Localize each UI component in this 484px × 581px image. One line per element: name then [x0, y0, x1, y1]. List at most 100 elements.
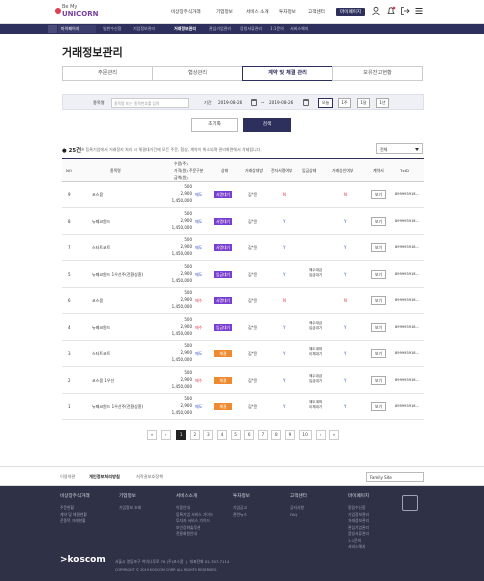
subnav-trade-info[interactable]: 거래정보관리: [174, 26, 196, 32]
nav-mypage[interactable]: 마이페이지: [336, 8, 366, 16]
page-button[interactable]: 1: [176, 430, 187, 440]
page-button[interactable]: 4: [217, 430, 227, 440]
footer-link[interactable]: 주문현황: [60, 505, 74, 511]
table-row[interactable]: 7 스타트코트 500 2,900 1,450,000 매도 서명대기 김*윤 Y Y 보기 8999…: [62, 235, 424, 261]
page-button[interactable]: 7: [257, 430, 268, 440]
footer-link[interactable]: 계약 및 체결현황: [60, 512, 87, 518]
row-no: 9: [68, 192, 71, 197]
period-month-button[interactable]: 1달: [357, 98, 370, 108]
period-year-button[interactable]: 1년: [376, 98, 389, 108]
table-row[interactable]: 8 뉴페코원드 500 2,900 1,450,000 매도 서명대기 김*윤 Y Y 보기 8999…: [62, 209, 424, 235]
subnav-interest[interactable]: 관심기업관리: [209, 26, 231, 32]
privacy-link[interactable]: 개인정보처리방침: [89, 474, 120, 480]
nav-support[interactable]: 고객센터: [308, 9, 325, 15]
period-today-button[interactable]: 오늘: [318, 98, 333, 108]
footer-link[interactable]: 투자자 서비스 가이드: [176, 518, 210, 524]
row-order-type: 매도: [195, 192, 203, 197]
table-row[interactable]: 3 스타트코트 500 2,900 1,450,000 매도 체결 김*윤 Y 매도계좌 이체대기…: [62, 341, 424, 367]
footer-col-heading[interactable]: 투자정보: [233, 493, 250, 499]
subnav-documents[interactable]: 증빙서류관리: [240, 26, 262, 32]
next-page-button[interactable]: ›: [315, 430, 326, 440]
tab-negotiation[interactable]: 협상관리: [152, 66, 243, 81]
logout-icon[interactable]: [400, 6, 410, 16]
user-icon[interactable]: [371, 6, 381, 16]
tab-contracts[interactable]: 계약 및 체결 관리: [242, 66, 333, 81]
date-to[interactable]: 2019-08-26: [269, 100, 293, 105]
footer-link[interactable]: 1:1문의: [348, 538, 361, 544]
footer-col-heading[interactable]: 비상장주식거래: [60, 493, 90, 499]
logo[interactable]: Be My UNICORN: [55, 4, 98, 20]
table-row[interactable]: 2 코스콤 1우선 500 2,900 1,450,000 매수 체결 김*윤 Y 매수대금 입금…: [62, 368, 424, 394]
calendar-icon[interactable]: [303, 99, 309, 106]
footer-col-heading[interactable]: 마이페이지: [348, 493, 369, 499]
last-page-button[interactable]: »: [329, 430, 340, 440]
page-button[interactable]: 3: [203, 430, 214, 440]
page-button[interactable]: 8: [271, 430, 282, 440]
table-row[interactable]: 6 코스콤 500 2,900 1,450,000 매수 서명대기 김*윤 N N 보기 899993…: [62, 288, 424, 314]
footer-link[interactable]: 전종목 거래현황: [60, 518, 86, 524]
page-button[interactable]: 2: [189, 430, 200, 440]
nav-company[interactable]: 기업정보: [216, 9, 233, 15]
bell-icon[interactable]: [386, 6, 396, 16]
footer-link[interactable]: 거래정보관리: [348, 518, 369, 524]
footer-link[interactable]: 기업정보 조회: [119, 505, 141, 511]
footer-link[interactable]: 기업정보관리: [348, 512, 369, 518]
contract-view-button[interactable]: 보기: [371, 349, 386, 358]
copyright-policy-link[interactable]: 저작권보호정책: [136, 474, 163, 480]
family-site-select[interactable]: Family Site: [366, 472, 424, 482]
contract-view-button[interactable]: 보기: [371, 322, 386, 332]
nav-trade[interactable]: 비상장주식거래: [171, 9, 201, 15]
footer-link[interactable]: 등록기업 서비스 가이드: [176, 512, 213, 518]
footer-link[interactable]: 공지사항: [290, 505, 304, 511]
subnav-inbox[interactable]: 일반수신함: [103, 26, 121, 32]
contract-view-button[interactable]: 보기: [371, 269, 386, 279]
search-button[interactable]: 검색: [243, 118, 291, 132]
nav-service[interactable]: 서비스 소개: [246, 9, 269, 15]
footer-col-heading[interactable]: 고객센터: [290, 493, 307, 499]
period-week-button[interactable]: 1주: [338, 98, 351, 108]
home-icon[interactable]: [48, 25, 57, 33]
calendar-icon[interactable]: [251, 99, 257, 106]
date-from[interactable]: 2019-08-26: [218, 100, 242, 105]
subnav-cancel[interactable]: 서비스해지: [290, 26, 308, 32]
page-button[interactable]: 5: [230, 430, 241, 440]
page-button[interactable]: 6: [244, 430, 255, 440]
footer-col-heading[interactable]: 기업정보: [119, 493, 136, 499]
page-button[interactable]: 9: [285, 430, 295, 440]
footer-link[interactable]: 기업공고: [233, 505, 247, 511]
contract-view-button[interactable]: 보기: [371, 243, 386, 252]
footer-link[interactable]: 서비스해지: [348, 544, 365, 550]
contract-view-button[interactable]: 보기: [371, 216, 386, 226]
contract-view-button[interactable]: 보기: [371, 190, 386, 199]
footer-link[interactable]: FAQ: [290, 512, 297, 517]
reset-button[interactable]: 초기화: [191, 118, 238, 132]
nav-invest[interactable]: 투자정보: [279, 9, 296, 15]
contract-view-button[interactable]: 보기: [371, 375, 386, 385]
tab-orders[interactable]: 주문관리: [62, 66, 153, 81]
breadcrumb[interactable]: 마이페이지: [58, 25, 96, 33]
terms-link[interactable]: 이용약관: [60, 474, 75, 480]
footer-link[interactable]: 전용회원안내: [176, 531, 197, 537]
footer-link[interactable]: 알림수신함: [348, 505, 365, 511]
table-row[interactable]: 1 뉴페코원드 1우선주(전환상환) 500 2,900 1,450,000 매도 체결 김*…: [62, 394, 424, 420]
stock-search-input[interactable]: 종목명 또는 종목번호를 입력: [111, 98, 189, 108]
tab-holdings[interactable]: 보유잔고현황: [332, 66, 423, 81]
prev-page-button[interactable]: ‹: [160, 430, 171, 440]
subnav-inquiry[interactable]: 1:1문의: [270, 26, 284, 32]
page-button[interactable]: 10: [298, 430, 312, 440]
footer-link[interactable]: 관심기업관리: [348, 525, 369, 531]
first-page-button[interactable]: «: [147, 430, 157, 440]
contract-view-button[interactable]: 보기: [371, 402, 386, 411]
footer-link[interactable]: 보안강화솔루션: [176, 525, 200, 531]
footer-col-heading[interactable]: 서비스소개: [176, 493, 197, 499]
footer-link[interactable]: 이용안내: [176, 505, 190, 511]
contract-view-button[interactable]: 보기: [371, 296, 386, 305]
table-row[interactable]: 5 뉴페코원드 1우선주(전환상환) 500 2,900 1,450,000 매도 입금대기…: [62, 262, 424, 288]
status-filter-select[interactable]: 전체: [376, 143, 423, 154]
subnav-company-info[interactable]: 기업정보관리: [133, 26, 155, 32]
table-row[interactable]: 9 코스콤 500 2,900 1,450,000 매도 서명대기 김*윤 N N 보기 899993…: [62, 182, 424, 208]
footer-link[interactable]: 관련뉴스: [233, 512, 247, 518]
menu-icon[interactable]: [414, 6, 424, 16]
table-row[interactable]: 4 뉴페코원드 500 2,900 1,450,000 매수 입금대기 김*윤 Y 매수대금 입금…: [62, 315, 424, 341]
footer-link[interactable]: 증빙서류관리: [348, 531, 369, 537]
